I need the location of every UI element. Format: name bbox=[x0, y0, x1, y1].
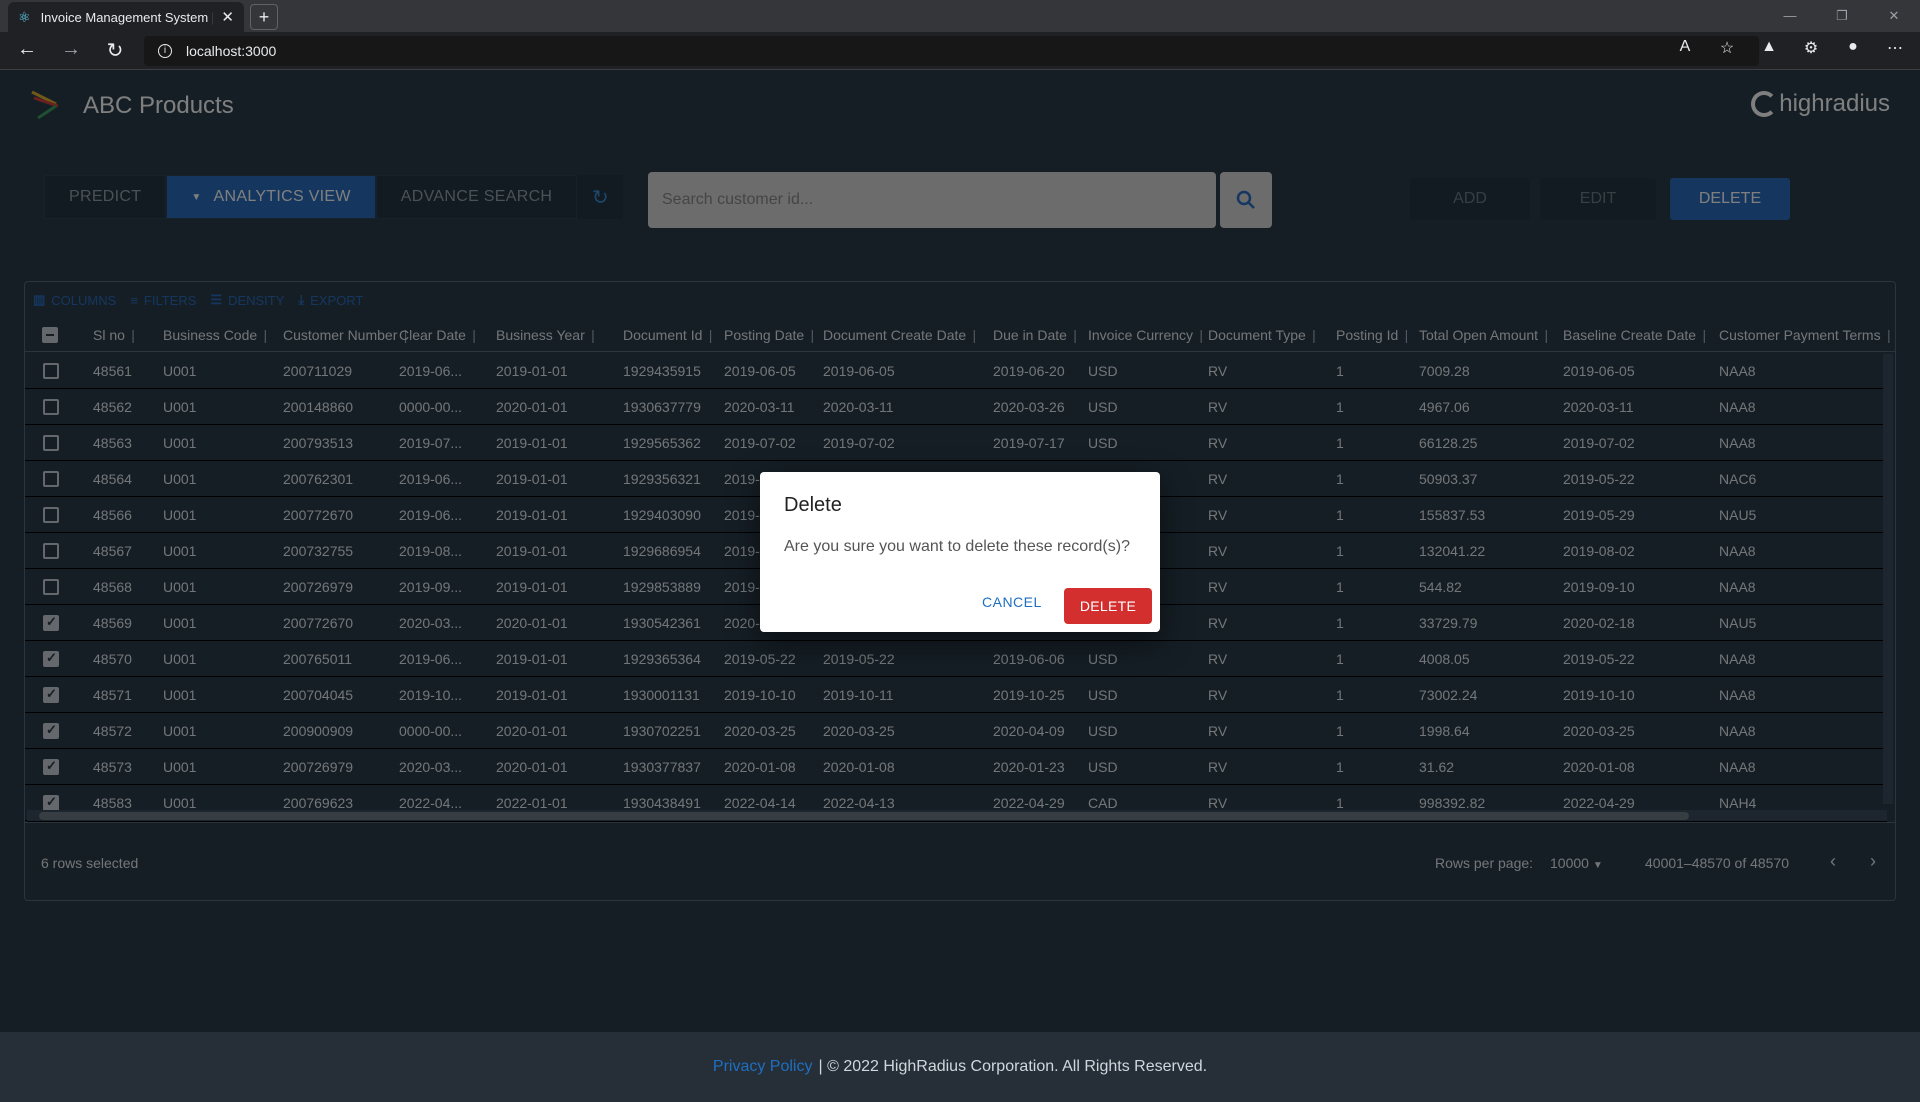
url-text: localhost:3000 bbox=[186, 43, 277, 59]
browser-tab[interactable]: ⚛ Invoice Management System | Hi ✕ bbox=[8, 2, 244, 32]
browser-icons: A ☆ ▲ ⚙ ● ⋯ bbox=[1670, 38, 1910, 58]
profile-icon[interactable]: ● bbox=[1838, 38, 1868, 58]
more-icon[interactable]: ⋯ bbox=[1880, 38, 1910, 58]
minimize-icon[interactable]: — bbox=[1764, 0, 1816, 32]
dialog-title: Delete bbox=[784, 494, 842, 516]
delete-dialog: Delete Are you sure you want to delete t… bbox=[760, 472, 1160, 632]
url-field[interactable]: i localhost:3000 bbox=[144, 36, 1759, 66]
close-tab-icon[interactable]: ✕ bbox=[221, 8, 234, 26]
close-window-icon[interactable]: ✕ bbox=[1868, 0, 1920, 32]
address-bar: ← → ↻ i localhost:3000 A ☆ ▲ ⚙ ● ⋯ bbox=[0, 32, 1920, 70]
extension-icon[interactable]: ▲ bbox=[1754, 38, 1784, 58]
privacy-policy-link[interactable]: Privacy Policy bbox=[713, 1058, 813, 1076]
window-controls: — ❐ ✕ bbox=[1764, 0, 1920, 32]
copyright-text: | © 2022 HighRadius Corporation. All Rig… bbox=[818, 1058, 1208, 1075]
back-icon[interactable]: ← bbox=[12, 38, 42, 61]
favorite-icon[interactable]: ☆ bbox=[1712, 38, 1742, 58]
reload-icon[interactable]: ↻ bbox=[100, 38, 130, 63]
page-footer: Privacy Policy | © 2022 HighRadius Corpo… bbox=[0, 1032, 1920, 1102]
new-tab-button[interactable]: + bbox=[250, 4, 278, 30]
confirm-delete-button[interactable]: DELETE bbox=[1064, 588, 1152, 624]
info-icon[interactable]: i bbox=[158, 44, 172, 58]
react-icon: ⚛ bbox=[18, 8, 31, 25]
cancel-button[interactable]: CANCEL bbox=[982, 594, 1042, 610]
dialog-message: Are you sure you want to delete these re… bbox=[784, 538, 1130, 555]
restore-icon[interactable]: ❐ bbox=[1816, 0, 1868, 32]
tab-title: Invoice Management System | Hi bbox=[40, 9, 214, 25]
forward-icon[interactable]: → bbox=[56, 38, 86, 61]
read-aloud-icon[interactable]: A bbox=[1670, 38, 1700, 58]
tab-bar: ⚛ Invoice Management System | Hi ✕ + — ❐… bbox=[0, 0, 1920, 32]
extensions-icon[interactable]: ⚙ bbox=[1796, 38, 1826, 58]
browser-chrome: ⚛ Invoice Management System | Hi ✕ + — ❐… bbox=[0, 0, 1920, 70]
